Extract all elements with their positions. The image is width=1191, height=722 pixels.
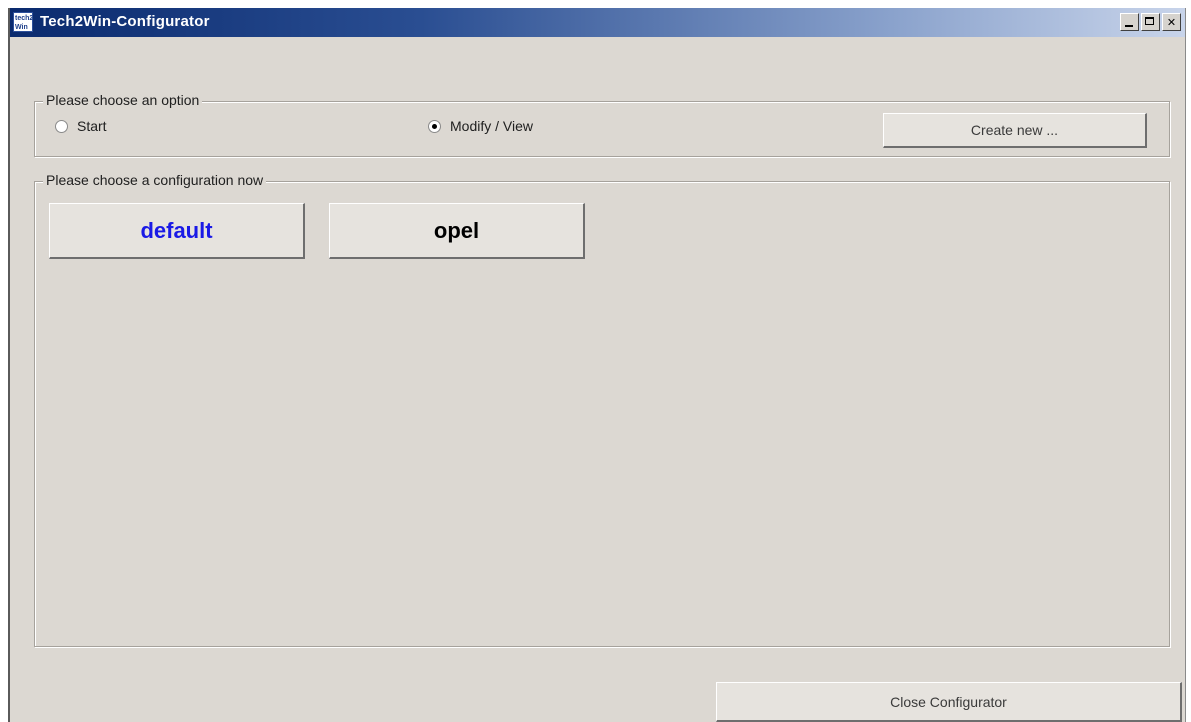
option-groupbox: Please choose an option Start Modify / V… (34, 92, 1170, 157)
config-button-opel[interactable]: opel (329, 203, 585, 259)
close-configurator-button[interactable]: Close Configurator (716, 682, 1182, 722)
app-icon-text-top: tech2 (15, 15, 33, 22)
minimize-icon[interactable] (1120, 13, 1139, 31)
window-title: Tech2Win-Configurator (40, 13, 210, 30)
caption-buttons: ✕ (1120, 13, 1181, 31)
config-button-default[interactable]: default (49, 203, 305, 259)
radio-start[interactable]: Start (55, 118, 107, 134)
radio-start-indicator[interactable] (55, 119, 68, 133)
option-group-legend: Please choose an option (43, 92, 203, 108)
configuration-groupbox: Please choose a configuration now defaul… (34, 172, 1170, 647)
app-icon-text-bottom: Win (15, 24, 28, 31)
radio-modify-view-indicator[interactable] (428, 119, 441, 133)
close-icon[interactable]: ✕ (1162, 13, 1181, 31)
configurator-window: tech2 Win Tech2Win-Configurator ✕ Please… (8, 8, 1186, 722)
window-client-area: Please choose an option Start Modify / V… (10, 37, 1185, 722)
radio-start-label: Start (77, 118, 107, 134)
radio-modify-view-label: Modify / View (450, 118, 533, 134)
maximize-icon[interactable] (1141, 13, 1160, 31)
app-icon: tech2 Win (13, 12, 33, 32)
title-bar[interactable]: tech2 Win Tech2Win-Configurator ✕ (10, 8, 1185, 37)
radio-modify-view[interactable]: Modify / View (428, 118, 533, 134)
create-new-button[interactable]: Create new ... (883, 113, 1147, 148)
configuration-group-legend: Please choose a configuration now (43, 172, 267, 188)
